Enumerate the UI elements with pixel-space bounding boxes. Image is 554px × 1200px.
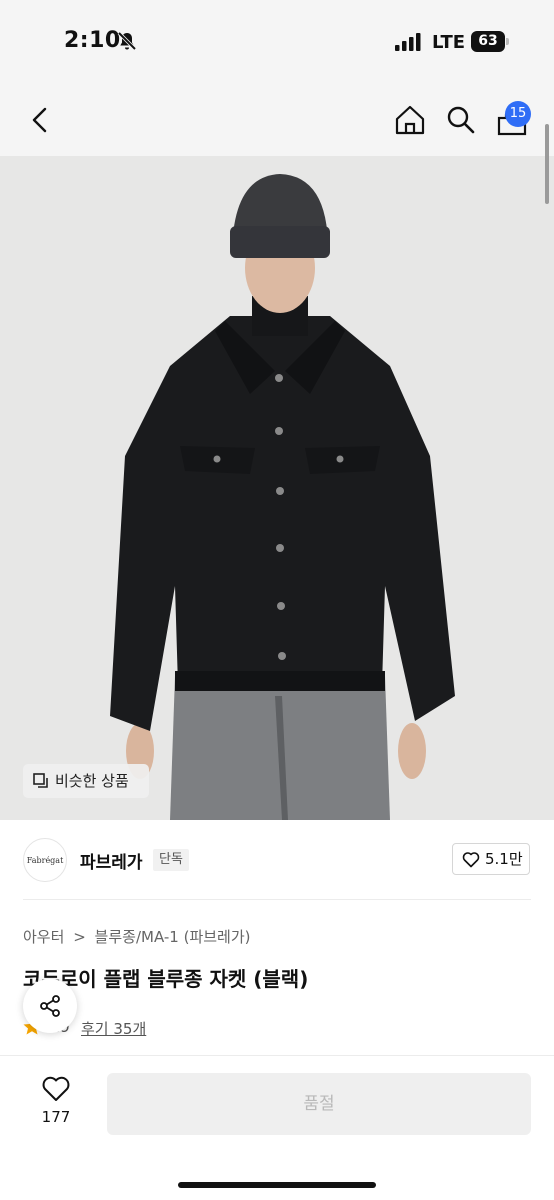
breadcrumb-subcategory[interactable]: 블루종/MA-1 (파브레가) bbox=[95, 928, 251, 946]
exclusive-badge: 단독 bbox=[153, 849, 189, 871]
similar-products-button[interactable]: 비슷한 상품 bbox=[23, 764, 149, 798]
network-label: LTE bbox=[432, 32, 466, 53]
breadcrumb-separator: > bbox=[73, 928, 86, 946]
reviews-link[interactable]: 후기 35개 bbox=[81, 1018, 146, 1039]
brand-logo[interactable]: Fabrégat bbox=[23, 838, 67, 882]
home-indicator bbox=[178, 1182, 376, 1188]
product-image[interactable] bbox=[0, 156, 554, 820]
copy-icon bbox=[33, 773, 48, 788]
similar-products-label: 비슷한 상품 bbox=[55, 772, 129, 790]
bell-slash-icon bbox=[117, 31, 137, 51]
brand-like-button[interactable]: 5.1만 bbox=[452, 843, 530, 875]
heart-icon bbox=[462, 852, 480, 868]
wishlist-heart-icon[interactable] bbox=[41, 1075, 71, 1103]
scrollbar[interactable] bbox=[545, 124, 549, 204]
cart-count-badge: 15 bbox=[505, 101, 531, 127]
search-icon[interactable] bbox=[446, 105, 476, 135]
breadcrumb: 아우터 > 블루종/MA-1 (파브레가) bbox=[23, 926, 255, 947]
signal-icon bbox=[395, 33, 421, 51]
status-time: 2:10 bbox=[64, 28, 121, 53]
divider bbox=[23, 899, 531, 900]
wishlist-count: 177 bbox=[41, 1108, 71, 1126]
share-icon bbox=[40, 995, 60, 1017]
breadcrumb-category[interactable]: 아우터 bbox=[23, 928, 64, 946]
home-icon[interactable] bbox=[394, 104, 426, 136]
brand-like-count: 5.1만 bbox=[485, 850, 523, 868]
soldout-button[interactable]: 품절 bbox=[107, 1073, 531, 1135]
battery-tip bbox=[506, 38, 509, 45]
back-icon[interactable] bbox=[28, 106, 52, 134]
share-button[interactable] bbox=[23, 979, 77, 1033]
battery-icon: 63 bbox=[471, 31, 505, 52]
model-photo bbox=[0, 156, 554, 820]
brand-name[interactable]: 파브레가 bbox=[80, 848, 143, 873]
